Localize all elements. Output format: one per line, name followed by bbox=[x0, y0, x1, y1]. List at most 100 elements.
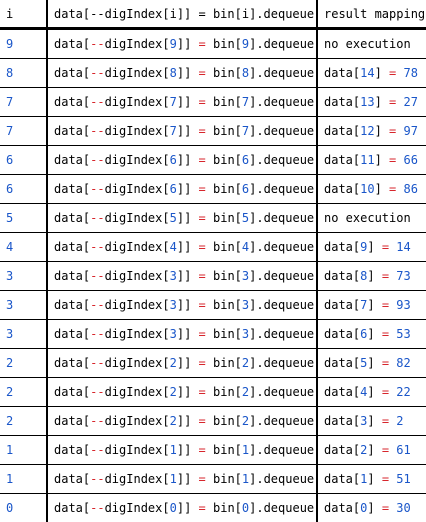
result-code-text: data[ bbox=[324, 240, 360, 254]
result-value: 78 bbox=[404, 66, 418, 80]
statement-operator: = bbox=[199, 240, 206, 254]
row-statement: data[--digIndex[6]] = bin[6].dequeue() bbox=[47, 146, 317, 175]
statement-code-text: digIndex[ bbox=[105, 240, 170, 254]
statement-code-text: ]] bbox=[177, 211, 199, 225]
statement-code-text: ].dequeue() bbox=[249, 443, 317, 457]
result-value: 27 bbox=[404, 95, 418, 109]
table-row: 0data[--digIndex[0]] = bin[0].dequeue()d… bbox=[0, 494, 426, 522]
result-code-text: ] bbox=[367, 385, 374, 399]
row-result-mapping: data[6] = 53 bbox=[317, 320, 426, 349]
table-row: 6data[--digIndex[6]] = bin[6].dequeue()d… bbox=[0, 175, 426, 204]
statement-code-text: bin[ bbox=[206, 298, 242, 312]
row-result-mapping: data[11] = 66 bbox=[317, 146, 426, 175]
statement-code-text: digIndex[ bbox=[105, 182, 170, 196]
result-code-text bbox=[382, 153, 389, 167]
table-row: 8data[--digIndex[8]] = bin[8].dequeue()d… bbox=[0, 59, 426, 88]
statement-operator: -- bbox=[90, 472, 104, 486]
statement-code-text: ].dequeue() bbox=[249, 37, 317, 51]
statement-index-value: 7 bbox=[170, 124, 177, 138]
result-operator: = bbox=[382, 385, 389, 399]
statement-code-text: ].dequeue() bbox=[249, 327, 317, 341]
result-operator: = bbox=[382, 472, 389, 486]
result-operator: = bbox=[382, 298, 389, 312]
statement-operator: -- bbox=[90, 37, 104, 51]
result-operator: = bbox=[382, 356, 389, 370]
statement-code-text: ].dequeue() bbox=[249, 211, 317, 225]
result-value: 86 bbox=[404, 182, 418, 196]
statement-code-text: digIndex[ bbox=[105, 414, 170, 428]
statement-code-text: ]] bbox=[177, 356, 199, 370]
statement-code-text: bin[ bbox=[206, 240, 242, 254]
row-index-i: 7 bbox=[0, 117, 47, 146]
row-index-i: 7 bbox=[0, 88, 47, 117]
statement-code-text: data[ bbox=[54, 327, 90, 341]
statement-code-text: data[ bbox=[54, 153, 90, 167]
result-code-text bbox=[396, 124, 403, 138]
statement-code-text: bin[ bbox=[206, 356, 242, 370]
statement-operator: -- bbox=[90, 298, 104, 312]
statement-operator: = bbox=[199, 414, 206, 428]
result-code-text: ] bbox=[367, 240, 374, 254]
result-code-text: data[ bbox=[324, 327, 360, 341]
statement-code-text: ]] bbox=[177, 443, 199, 457]
statement-code-text: ]] bbox=[177, 414, 199, 428]
result-code-text: ] bbox=[367, 472, 374, 486]
statement-code-text: data[ bbox=[54, 414, 90, 428]
statement-code-text: ]] bbox=[177, 269, 199, 283]
header-i: i bbox=[0, 0, 47, 29]
row-result-mapping: data[7] = 93 bbox=[317, 291, 426, 320]
statement-code-text: ]] bbox=[177, 95, 199, 109]
statement-code-text: data[ bbox=[54, 182, 90, 196]
result-code-text: data[ bbox=[324, 385, 360, 399]
result-operator: = bbox=[382, 269, 389, 283]
statement-operator: -- bbox=[90, 240, 104, 254]
statement-code-text: bin[ bbox=[206, 66, 242, 80]
result-code-text: ] bbox=[375, 66, 382, 80]
row-statement: data[--digIndex[7]] = bin[7].dequeue() bbox=[47, 88, 317, 117]
statement-code-text: ]] bbox=[177, 472, 199, 486]
row-result-mapping: data[8] = 73 bbox=[317, 262, 426, 291]
statement-index-value: 2 bbox=[170, 356, 177, 370]
statement-code-text: bin[ bbox=[206, 443, 242, 457]
statement-operator: = bbox=[199, 182, 206, 196]
row-statement: data[--digIndex[7]] = bin[7].dequeue() bbox=[47, 117, 317, 146]
statement-index-value: 3 bbox=[170, 298, 177, 312]
row-statement: data[--digIndex[1]] = bin[1].dequeue() bbox=[47, 465, 317, 494]
header-result-mapping: result mapping bbox=[317, 0, 426, 29]
statement-code-text: ].dequeue() bbox=[249, 414, 317, 428]
statement-code-text: ].dequeue() bbox=[249, 153, 317, 167]
statement-code-text: digIndex[ bbox=[105, 443, 170, 457]
table-row: 2data[--digIndex[2]] = bin[2].dequeue()d… bbox=[0, 407, 426, 436]
statement-code-text: ]] bbox=[177, 153, 199, 167]
statement-operator: -- bbox=[90, 153, 104, 167]
result-code-text: data[ bbox=[324, 443, 360, 457]
result-code-text: ] bbox=[375, 153, 382, 167]
row-statement: data[--digIndex[9]] = bin[9].dequeue() bbox=[47, 29, 317, 59]
result-code-text: ] bbox=[367, 443, 374, 457]
table-row: 3data[--digIndex[3]] = bin[3].dequeue()d… bbox=[0, 262, 426, 291]
table-row: 5data[--digIndex[5]] = bin[5].dequeue()n… bbox=[0, 204, 426, 233]
result-value: 61 bbox=[396, 443, 410, 457]
result-code-text bbox=[375, 385, 382, 399]
row-result-mapping: data[4] = 22 bbox=[317, 378, 426, 407]
row-statement: data[--digIndex[3]] = bin[3].dequeue() bbox=[47, 320, 317, 349]
statement-code-text: digIndex[ bbox=[105, 356, 170, 370]
result-code-text: data[ bbox=[324, 356, 360, 370]
statement-operator: -- bbox=[90, 414, 104, 428]
table-row: 9data[--digIndex[9]] = bin[9].dequeue()n… bbox=[0, 29, 426, 59]
statement-operator: = bbox=[199, 327, 206, 341]
statement-operator: -- bbox=[90, 66, 104, 80]
row-statement: data[--digIndex[2]] = bin[2].dequeue() bbox=[47, 407, 317, 436]
result-operator: = bbox=[382, 240, 389, 254]
row-index-i: 0 bbox=[0, 494, 47, 522]
row-result-mapping: data[0] = 30 bbox=[317, 494, 426, 522]
statement-operator: = bbox=[199, 211, 206, 225]
statement-code-text: bin[ bbox=[206, 153, 242, 167]
statement-code-text: bin[ bbox=[206, 124, 242, 138]
result-code-text: ] bbox=[367, 269, 374, 283]
statement-code-text: ].dequeue() bbox=[249, 298, 317, 312]
result-code-text bbox=[375, 240, 382, 254]
statement-operator: -- bbox=[90, 385, 104, 399]
result-code-text: ] bbox=[367, 356, 374, 370]
row-result-mapping: data[5] = 82 bbox=[317, 349, 426, 378]
